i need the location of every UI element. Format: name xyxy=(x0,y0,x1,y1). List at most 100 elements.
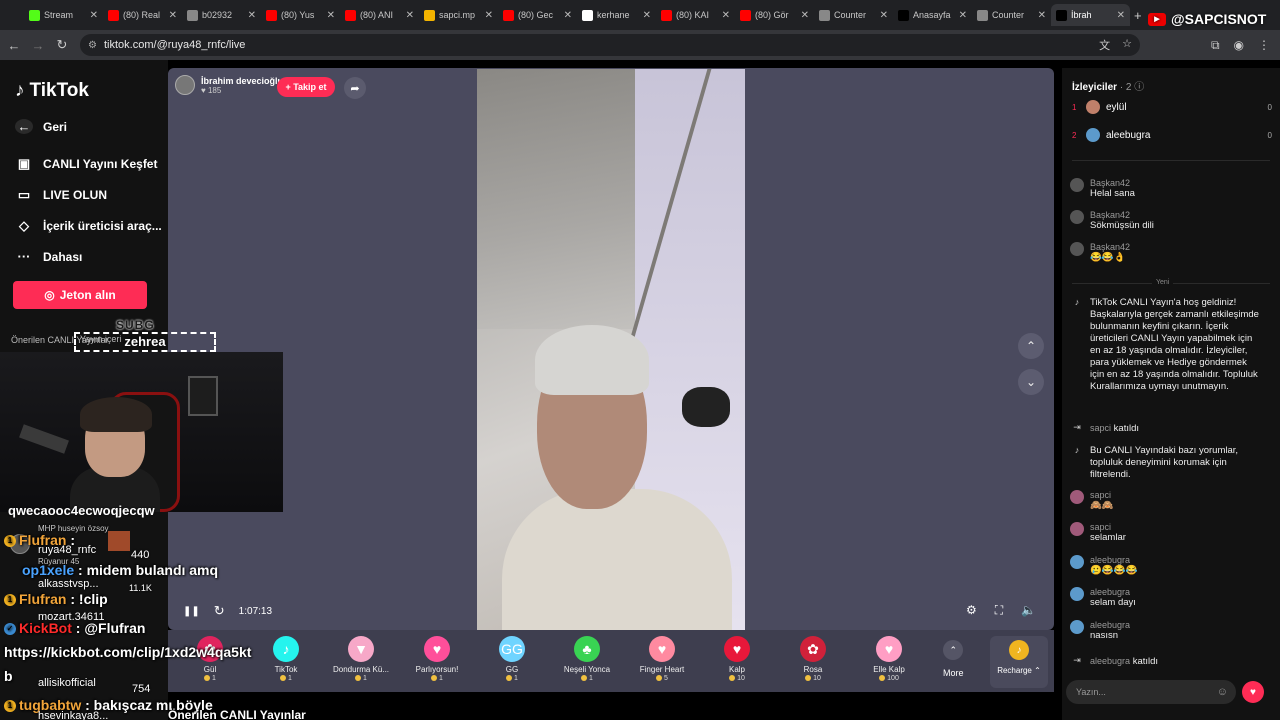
browser-tab[interactable]: Anasayfa ✕ xyxy=(893,4,972,26)
viewer-row[interactable]: 2 aleebugra 0 xyxy=(1072,128,1272,142)
close-tab-icon[interactable]: ✕ xyxy=(90,10,98,21)
site-info-icon[interactable]: ⚙ xyxy=(88,40,97,51)
message-user[interactable]: Başkan42 xyxy=(1090,242,1130,252)
player-controls: ❚❚ ↻ 1:07:13 xyxy=(183,603,272,619)
message-user[interactable]: Başkan42 xyxy=(1090,210,1154,220)
close-tab-icon[interactable]: ✕ xyxy=(880,10,888,21)
streamer-webcam xyxy=(0,352,283,512)
browser-tab[interactable]: (80) Gör ✕ xyxy=(735,4,814,26)
forward-icon[interactable]: → xyxy=(26,38,50,53)
close-tab-icon[interactable]: ✕ xyxy=(327,10,335,21)
new-tab-button[interactable]: + xyxy=(1134,8,1142,23)
browser-tab[interactable]: (80) ANI ✕ xyxy=(340,4,419,26)
tab-label: Anasayfa xyxy=(913,10,951,20)
close-tab-icon[interactable]: ✕ xyxy=(564,10,572,21)
tiktok-note-icon: ♪ xyxy=(1074,297,1080,307)
gift-item[interactable]: ♥ Elle Kalp 100 xyxy=(854,636,924,682)
gift-item[interactable]: GG GG 1 xyxy=(477,636,547,682)
browser-tab[interactable]: (80) KAI ✕ xyxy=(656,4,735,26)
info-icon[interactable]: ⓘ xyxy=(1134,82,1144,93)
volume-icon[interactable]: 🔈 xyxy=(1021,603,1036,618)
streamer-info[interactable]: İbrahim devecioğlu ♥ 185 xyxy=(175,75,283,95)
message-text: Helal sana xyxy=(1090,188,1135,199)
follow-button[interactable]: + Takip et xyxy=(277,77,335,97)
more-gifts-button[interactable]: ⌃ More xyxy=(943,640,964,678)
sidebar-item-creator-tools[interactable]: ◇ İçerik üreticisi araç... xyxy=(15,218,162,234)
close-tab-icon[interactable]: ✕ xyxy=(1117,10,1125,21)
browser-tab[interactable]: (80) Gec ✕ xyxy=(498,4,577,26)
address-bar[interactable]: ⚙ tiktok.com/@ruya48_rnfc/live 文 ☆ xyxy=(80,34,1140,56)
gift-price-value: 1 xyxy=(288,675,292,682)
like-heart-button[interactable]: ♥ xyxy=(1242,681,1264,703)
join-user[interactable]: aleebugra xyxy=(1090,656,1130,666)
browser-tab[interactable]: sapci.mp ✕ xyxy=(419,4,498,26)
close-tab-icon[interactable]: ✕ xyxy=(801,10,809,21)
fullscreen-icon[interactable]: ⛶ xyxy=(995,603,1003,618)
streamer-avatar[interactable] xyxy=(175,75,195,95)
gift-item[interactable]: ♣ Neşeli Yonca 1 xyxy=(552,636,622,682)
close-tab-icon[interactable]: ✕ xyxy=(643,10,651,21)
next-live-button[interactable]: ⌄ xyxy=(1018,369,1044,395)
join-icon: ⇥ xyxy=(1073,422,1081,432)
browser-tab[interactable]: (80) Real ✕ xyxy=(103,4,182,26)
gift-item[interactable]: ♥ Finger Heart 5 xyxy=(627,636,697,682)
gift-item[interactable]: ♥ Kalp 10 xyxy=(702,636,772,682)
recharge-button[interactable]: ♪ Recharge ⌃ xyxy=(990,636,1048,688)
translate-icon[interactable]: 文 xyxy=(1099,37,1110,53)
gift-item[interactable]: ✿ Rosa 10 xyxy=(778,636,848,682)
browser-tab[interactable]: Counter ✕ xyxy=(814,4,893,26)
message-user[interactable]: aleebugra xyxy=(1090,620,1130,630)
tiktok-logo[interactable]: ♪ TikTok xyxy=(15,80,89,102)
settings-icon[interactable]: ⚙ xyxy=(966,603,977,618)
share-icon[interactable]: ➦ xyxy=(344,77,366,99)
join-user[interactable]: sapci xyxy=(1090,423,1111,433)
browser-tab[interactable]: kerhane ✕ xyxy=(577,4,656,26)
browser-tab[interactable]: Stream ✕ xyxy=(24,4,103,26)
close-tab-icon[interactable]: ✕ xyxy=(959,10,967,21)
get-coins-button[interactable]: ◎ Jeton alın xyxy=(13,281,147,309)
close-tab-icon[interactable]: ✕ xyxy=(169,10,177,21)
more-label: More xyxy=(943,668,964,678)
message-user[interactable]: aleebugra xyxy=(1090,555,1137,565)
chat-input[interactable]: Yazın... ☺ xyxy=(1066,680,1236,704)
refresh-icon[interactable]: ↻ xyxy=(214,603,225,619)
bookmark-star-icon[interactable]: ☆ xyxy=(1122,37,1132,53)
sidebar-item-label: CANLI Yayını Keşfet xyxy=(43,157,158,171)
extension-icon[interactable]: ⧉ xyxy=(1211,38,1220,53)
sidebar-item-more[interactable]: ··· Dahası xyxy=(15,249,83,264)
sidebar-item-go-live[interactable]: ▭ LIVE OLUN xyxy=(15,187,107,203)
reload-icon[interactable]: ↻ xyxy=(50,37,74,53)
browser-tab[interactable]: Counter ✕ xyxy=(972,4,1051,26)
screen: Stream ✕ (80) Real ✕ b02932 ✕ (80) Yus ✕ (80) AN… xyxy=(0,0,1280,720)
browser-tab[interactable]: İbrah ✕ xyxy=(1051,4,1130,26)
sidebar-item-explore[interactable]: ▣ CANLI Yayını Keşfet xyxy=(15,156,158,172)
close-tab-icon[interactable]: ✕ xyxy=(1038,10,1046,21)
emoji-icon[interactable]: ☺ xyxy=(1217,686,1228,698)
pause-icon[interactable]: ❚❚ xyxy=(183,606,200,617)
gift-item[interactable]: ♪ TikTok 1 xyxy=(251,636,321,682)
close-tab-icon[interactable]: ✕ xyxy=(248,10,256,21)
close-tab-icon[interactable]: ✕ xyxy=(485,10,493,21)
sidebar-item-back[interactable]: ← Geri xyxy=(15,119,67,134)
menu-icon[interactable]: ⋮ xyxy=(1258,38,1270,53)
live-video[interactable] xyxy=(477,69,745,630)
browser-tab[interactable]: b02932 ✕ xyxy=(182,4,261,26)
message-user[interactable]: sapci xyxy=(1090,490,1114,500)
profile-icon[interactable]: ◉ xyxy=(1234,38,1244,53)
close-tab-icon[interactable]: ✕ xyxy=(722,10,730,21)
message-user[interactable]: sapci xyxy=(1090,522,1126,532)
gift-item[interactable]: ♥ Parlıyorsun! 1 xyxy=(402,636,472,682)
viewer-row[interactable]: 1 eylül 0 xyxy=(1072,100,1272,114)
back-icon[interactable]: ← xyxy=(2,38,26,53)
browser-tab[interactable]: (80) Yus ✕ xyxy=(261,4,340,26)
person-torso xyxy=(502,489,732,630)
gift-price-value: 10 xyxy=(813,675,821,682)
gift-price-value: 5 xyxy=(664,675,668,682)
message-user[interactable]: Başkan42 xyxy=(1090,178,1135,188)
viewers-header[interactable]: İzleyiciler · 2 ⓘ xyxy=(1072,78,1144,93)
gift-item[interactable]: ▼ Dondurma Kü... 1 xyxy=(326,636,396,682)
previous-live-button[interactable]: ⌃ xyxy=(1018,333,1044,359)
close-tab-icon[interactable]: ✕ xyxy=(406,10,414,21)
message-user[interactable]: aleebugra xyxy=(1090,587,1136,597)
url-text: tiktok.com/@ruya48_rnfc/live xyxy=(104,39,246,51)
